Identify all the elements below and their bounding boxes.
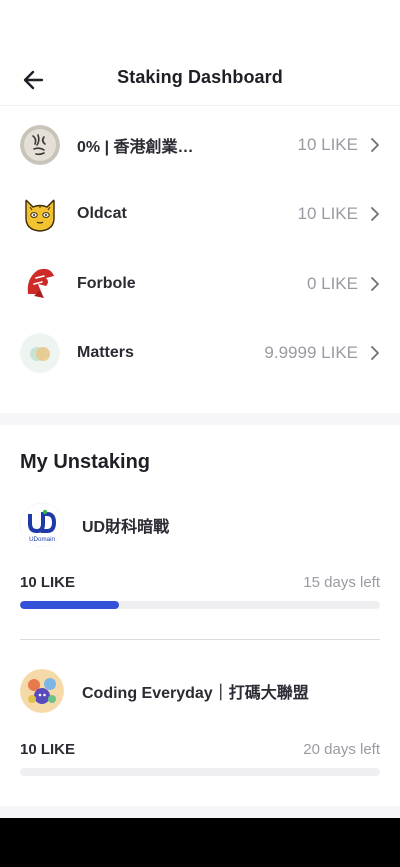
divider <box>20 639 380 640</box>
validator-name: Oldcat <box>77 205 127 223</box>
validator-name: Forbole <box>77 274 136 292</box>
validator-list: 0% | 香港創業… 10 LIKE Oldcat 10 LIKE Forbol… <box>0 110 400 388</box>
section-divider <box>0 413 400 425</box>
coding-everyday-avatar-icon <box>20 669 64 713</box>
chevron-right-icon <box>371 207 379 222</box>
section-divider <box>0 806 400 818</box>
unstaking-validator-name: Coding Everyday｜打碼大聯盟 <box>82 685 309 702</box>
forbole-logo-icon <box>20 264 60 304</box>
chevron-right-icon <box>371 346 379 361</box>
progress-bar <box>20 601 380 609</box>
matters-logo-icon <box>20 333 60 374</box>
validator-amount: 10 LIKE <box>297 134 359 154</box>
svg-text:UDomain: UDomain <box>29 536 55 543</box>
unstaking-amount: 10 LIKE <box>20 574 76 591</box>
validator-name: Matters <box>77 344 134 362</box>
days-left-label: 15 days left <box>303 574 380 591</box>
system-navigation-bar <box>0 818 400 867</box>
validator-row[interactable]: Matters 9.9999 LIKE <box>0 319 400 389</box>
page-title: Staking Dashboard <box>117 67 283 87</box>
unstaking-validator-name: UD財科暗戰 <box>82 519 170 536</box>
udomain-logo-icon: UDomain <box>20 503 64 547</box>
cat-avatar-icon <box>20 194 60 234</box>
progress-bar-fill <box>20 601 119 609</box>
calligraphy-avatar-icon <box>20 124 60 165</box>
days-left-label: 20 days left <box>303 741 380 758</box>
chevron-right-icon <box>371 137 379 152</box>
progress-bar <box>20 768 380 776</box>
top-bar: Staking Dashboard <box>0 0 400 106</box>
validator-amount: 0 LIKE <box>306 273 358 293</box>
validator-row[interactable]: Forbole 0 LIKE <box>0 249 400 319</box>
section-title: My Unstaking <box>20 451 151 473</box>
validator-row[interactable]: 0% | 香港創業… 10 LIKE <box>0 110 400 180</box>
unstaking-item[interactable]: UDomain UD財科暗戰 10 LIKE 15 days left <box>20 503 380 609</box>
unstaking-amount: 10 LIKE <box>20 741 76 758</box>
unstaking-item[interactable]: Coding Everyday｜打碼大聯盟 10 LIKE 20 days le… <box>20 669 380 776</box>
validator-amount: 9.9999 LIKE <box>264 343 358 363</box>
validator-amount: 10 LIKE <box>297 204 359 224</box>
validator-name: 0% | 香港創業… <box>77 138 194 156</box>
chevron-right-icon <box>371 276 379 291</box>
validator-row[interactable]: Oldcat 10 LIKE <box>0 180 400 250</box>
